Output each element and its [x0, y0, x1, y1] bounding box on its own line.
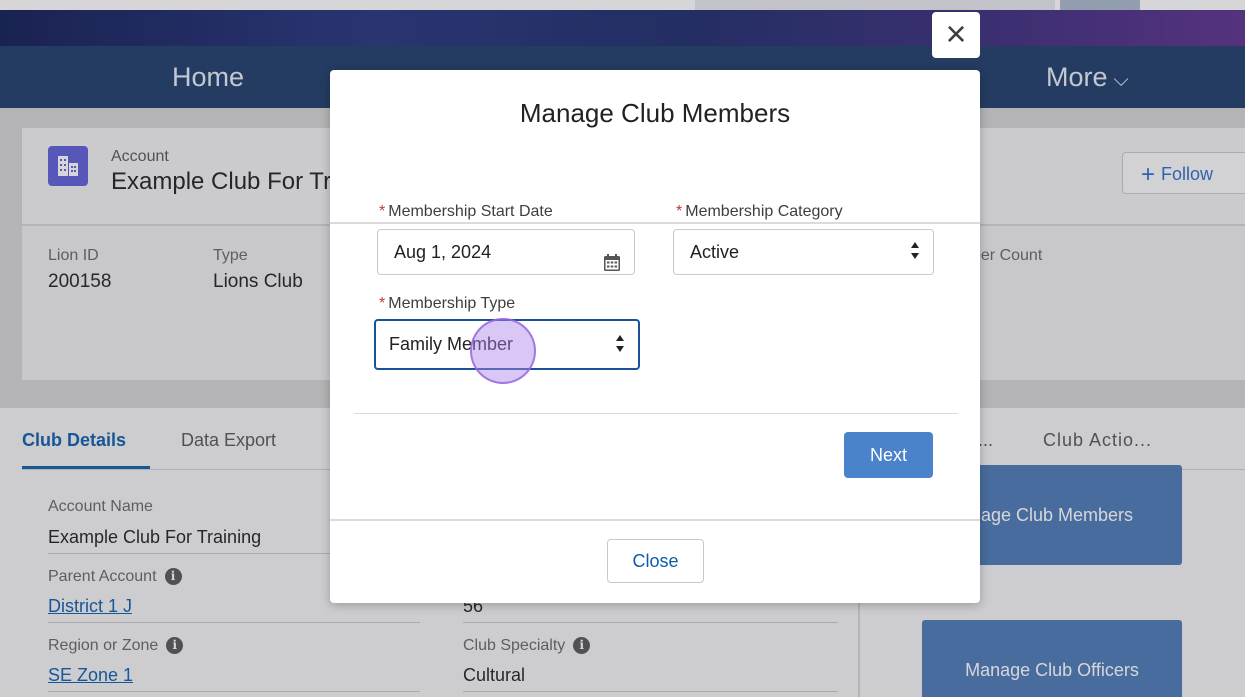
modal-close-icon[interactable]: × — [932, 12, 980, 58]
required-marker: * — [379, 203, 386, 220]
modal-header-divider — [330, 222, 980, 224]
category-label-text: Membership Category — [685, 203, 843, 220]
category-value: Active — [690, 242, 740, 262]
start-date-input[interactable]: Aug 1, 2024 — [377, 229, 635, 275]
category-select[interactable]: Active — [673, 229, 934, 275]
calendar-icon[interactable] — [604, 243, 620, 287]
modal-title: Manage Club Members — [519, 98, 791, 128]
page: Home More ⌵ Account Example Club For Trai… — [0, 0, 1245, 697]
modal-body-divider — [354, 413, 958, 414]
start-date-value: Aug 1, 2024 — [394, 242, 492, 262]
start-date-label: * Membership Start Date — [379, 203, 553, 221]
select-arrows-icon — [911, 242, 921, 262]
start-date-label-text: Membership Start Date — [388, 203, 553, 220]
select-arrows-icon — [616, 335, 626, 355]
required-marker: * — [379, 295, 386, 312]
membership-type-label-text: Membership Type — [388, 295, 516, 312]
category-label: * Membership Category — [676, 203, 843, 221]
required-marker: * — [676, 203, 683, 220]
membership-type-label: * Membership Type — [379, 295, 515, 313]
next-button[interactable]: Next — [844, 432, 933, 478]
modal-footer-divider — [330, 519, 980, 521]
close-button[interactable]: Close — [607, 539, 704, 583]
click-indicator — [470, 318, 536, 384]
